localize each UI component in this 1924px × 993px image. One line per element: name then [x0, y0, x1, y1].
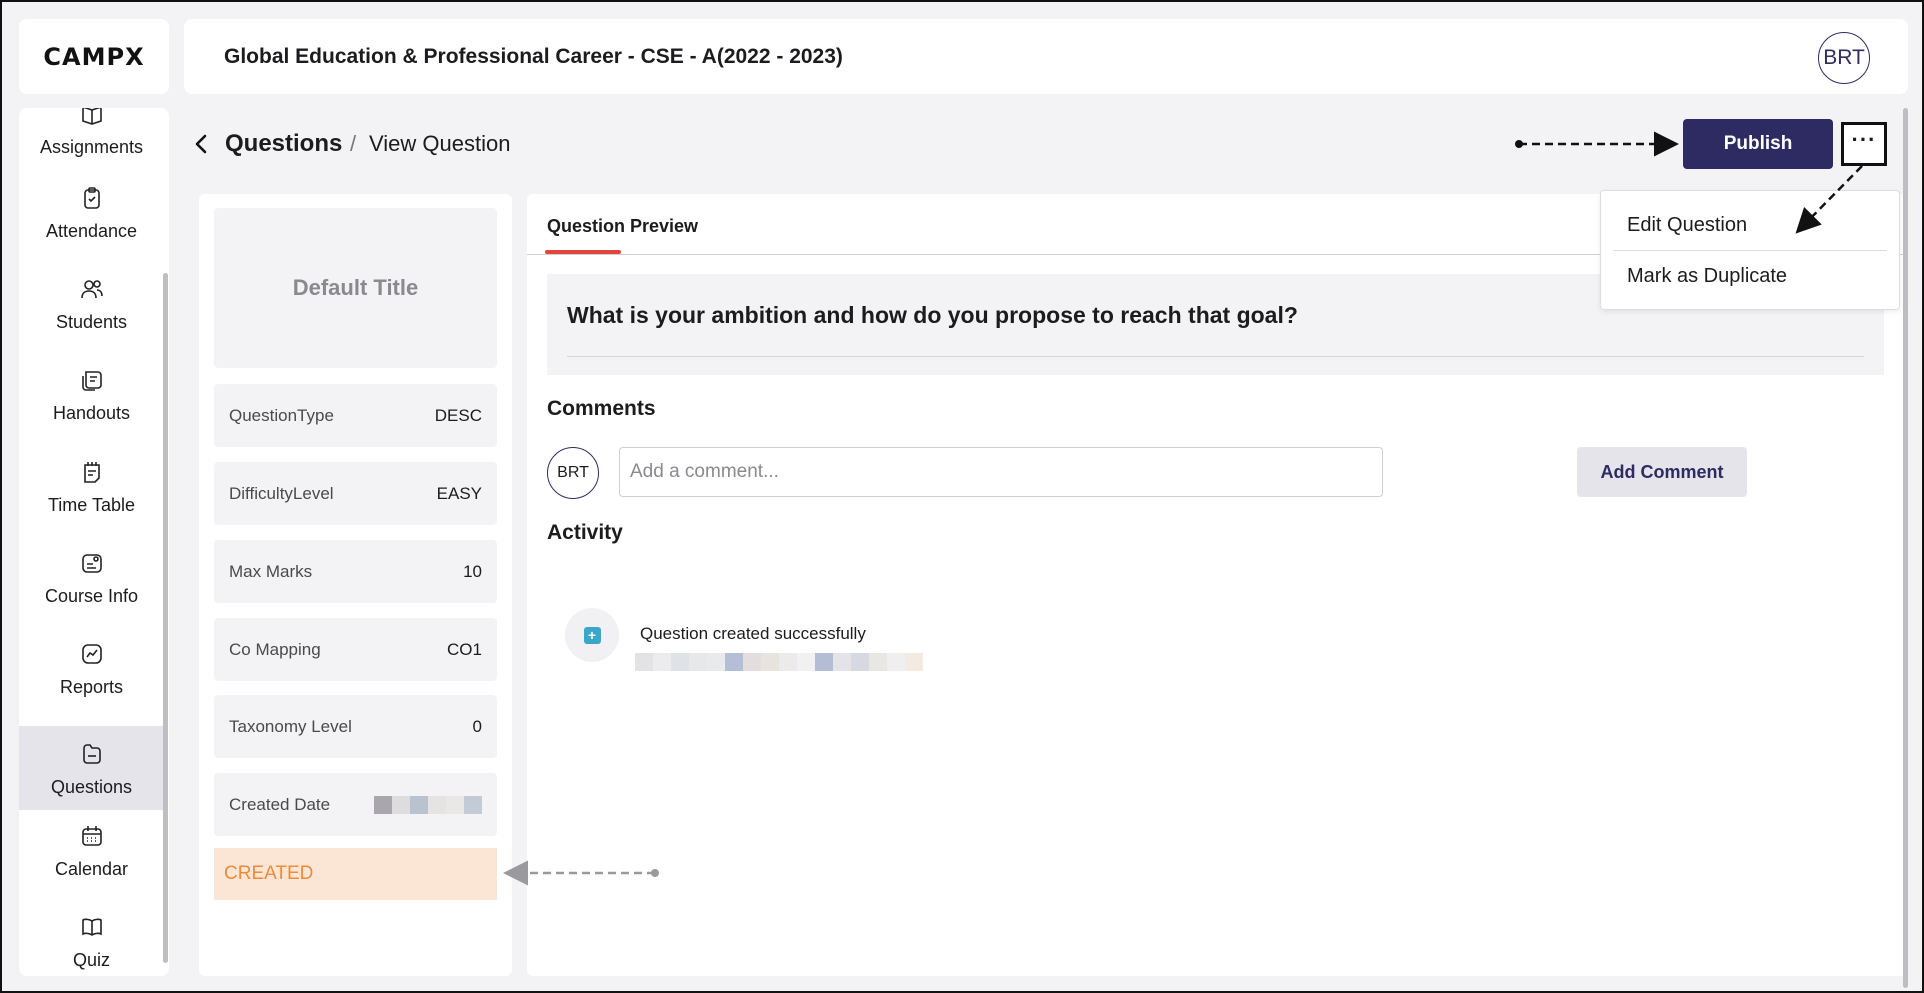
- arrow-origin-dot: [1515, 140, 1523, 148]
- detail-row-created-date: Created Date: [214, 773, 497, 836]
- quiz-icon: [79, 914, 105, 940]
- more-options-menu: Edit Question Mark as Duplicate: [1600, 190, 1900, 310]
- breadcrumb-separator: /: [350, 131, 357, 156]
- more-options-button[interactable]: ···: [1841, 122, 1887, 166]
- question-details-panel: Default Title QuestionType DESC Difficul…: [199, 194, 512, 976]
- detail-row-co-mapping: Co Mapping CO1: [214, 618, 497, 681]
- course-info-icon: [79, 550, 105, 576]
- question-divider: [567, 356, 1864, 357]
- students-icon: [79, 276, 105, 302]
- menu-item-mark-as-duplicate[interactable]: Mark as Duplicate: [1627, 265, 1787, 288]
- time-table-icon: [79, 459, 105, 485]
- course-title: Global Education & Professional Career -…: [224, 45, 843, 68]
- question-title: Default Title: [214, 208, 497, 368]
- questions-icon: [79, 741, 105, 767]
- attendance-icon: [79, 185, 105, 211]
- detail-row-taxonomy-level: Taxonomy Level 0: [214, 695, 497, 758]
- detail-row-difficulty-level: DifficultyLevel EASY: [214, 462, 497, 525]
- question-preview-panel: Question Preview What is your ambition a…: [527, 194, 1907, 976]
- sidebar-item-questions[interactable]: Questions: [19, 726, 164, 810]
- sidebar-item-attendance[interactable]: Attendance: [19, 170, 164, 254]
- back-chevron-icon[interactable]: [192, 132, 210, 156]
- publish-button[interactable]: Publish: [1683, 119, 1833, 169]
- handouts-icon: [79, 367, 105, 393]
- calendar-icon: [79, 823, 105, 849]
- breadcrumb-current: View Question: [369, 131, 511, 156]
- detail-row-question-type: QuestionType DESC: [214, 384, 497, 447]
- sidebar-item-time-table[interactable]: Time Table: [19, 444, 164, 528]
- reports-icon: [79, 641, 105, 667]
- menu-item-edit-question[interactable]: Edit Question: [1627, 214, 1747, 237]
- activity-text: Question created successfully: [640, 624, 866, 643]
- sidebar-item-calendar[interactable]: Calendar: [19, 808, 164, 892]
- breadcrumb-questions[interactable]: Questions: [225, 130, 342, 158]
- sidebar-scrollbar[interactable]: [163, 273, 168, 963]
- comments-heading: Comments: [547, 397, 656, 420]
- sidebar-item-students[interactable]: Students: [19, 261, 164, 345]
- ellipsis-icon: ···: [1851, 127, 1877, 152]
- logo: CAMPX: [43, 42, 145, 71]
- sidebar-item-quiz[interactable]: Quiz: [19, 899, 164, 976]
- detail-row-max-marks: Max Marks 10: [214, 540, 497, 603]
- comment-avatar: BRT: [547, 447, 599, 499]
- sidebar-item-course-info[interactable]: Course Info: [19, 535, 164, 619]
- menu-divider: [1613, 250, 1887, 251]
- user-avatar[interactable]: BRT: [1818, 32, 1870, 84]
- plus-icon: +: [583, 626, 601, 644]
- add-comment-button[interactable]: Add Comment: [1577, 447, 1747, 497]
- redacted-date: [374, 795, 482, 814]
- top-header: Global Education & Professional Career -…: [184, 19, 1908, 94]
- sidebar-item-assignments[interactable]: Assignments: [19, 108, 164, 170]
- redacted-activity-timestamp: [635, 653, 923, 671]
- activity-icon-wrap: +: [565, 608, 619, 662]
- sidebar-item-reports[interactable]: Reports: [19, 626, 164, 710]
- assignments-icon: [79, 108, 105, 127]
- question-text: What is your ambition and how do you pro…: [567, 302, 1298, 328]
- status-badge: CREATED: [214, 848, 497, 900]
- activity-heading: Activity: [547, 521, 623, 544]
- tab-question-preview[interactable]: Question Preview: [547, 216, 698, 237]
- logo-card: CAMPX: [19, 19, 169, 94]
- sidebar-item-handouts[interactable]: Handouts: [19, 352, 164, 436]
- sidebar: Assignments Attendance Students Handouts…: [19, 108, 169, 976]
- main-scrollbar[interactable]: [1903, 108, 1908, 988]
- comment-input[interactable]: [619, 447, 1383, 497]
